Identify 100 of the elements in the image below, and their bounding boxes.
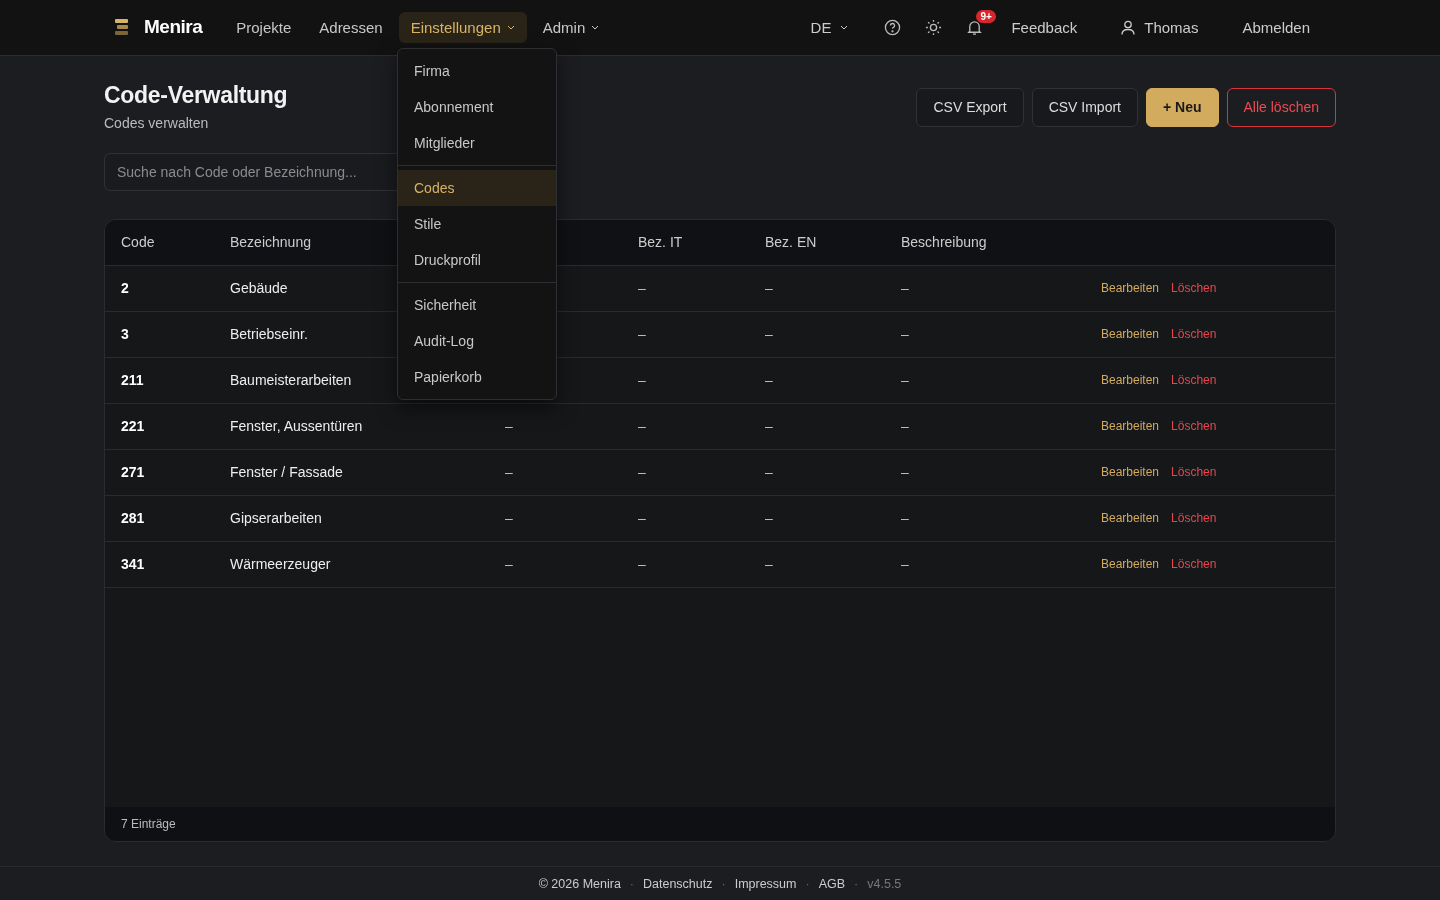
table-cell: – [901,464,909,481]
menu-item[interactable]: Druckprofil [398,242,556,278]
toolbar-button[interactable]: CSV Import [1031,87,1138,127]
table-cell: Gipserarbeiten [230,510,322,527]
footer-link[interactable]: AGB [818,876,846,891]
menu-item[interactable]: Papierkorb [398,359,556,395]
column-header: Beschreibung [901,234,987,251]
table-cell: – [765,464,773,481]
table-cell: – [505,418,513,435]
table-cell: – [901,372,909,389]
table-cell: Baumeisterarbeiten [230,372,352,389]
new-button[interactable]: + Neu [1146,87,1219,127]
version-text: v4.5.5 [867,876,902,891]
table-cell: Wärmeerzeuger [230,556,331,573]
table-cell: – [901,510,909,527]
nav-item[interactable]: Admin [530,11,612,43]
separator-dot: · [629,876,634,891]
footer-link[interactable]: Impressum [734,876,797,891]
table-cell: 271 [121,464,145,481]
column-header: Code [121,234,155,251]
delete-link[interactable]: Löschen [1171,327,1217,342]
table-cell: – [505,556,513,573]
edit-link[interactable]: Bearbeiten [1101,327,1160,342]
column-header: Bez. EN [765,234,817,251]
table-cell: Gebäude [230,280,288,297]
delete-link[interactable]: Löschen [1171,557,1217,572]
brand-name: Menira [144,16,203,39]
edit-link[interactable]: Bearbeiten [1101,419,1160,434]
table-cell: – [765,372,773,389]
table-cell: 221 [121,418,145,435]
table-cell: Fenster, Aussentüren [230,418,363,435]
table-cell: 2 [121,280,129,297]
table-cell: – [765,556,773,573]
table-cell: – [638,326,646,343]
menu-item[interactable]: Codes [398,170,556,206]
table-cell: – [638,510,646,527]
column-header: Bezeichnung [230,234,311,251]
edit-link[interactable]: Bearbeiten [1101,511,1160,526]
table-cell: – [638,418,646,435]
table-cell: – [901,280,909,297]
edit-link[interactable]: Bearbeiten [1101,281,1160,296]
table-cell: Fenster / Fassade [230,464,343,481]
language-selector[interactable]: DE [804,17,855,37]
sun-icon[interactable] [925,18,943,36]
chevron-icon [840,24,849,30]
table-cell: 341 [121,556,145,573]
page-title: Code-Verwaltung [104,81,288,109]
table-cell: – [638,556,646,573]
edit-link[interactable]: Bearbeiten [1101,373,1160,388]
delete-all-button[interactable]: Alle löschen [1226,87,1336,127]
table-cell: 211 [121,372,144,389]
table-cell: – [901,556,909,573]
user-icon [1121,19,1136,35]
delete-link[interactable]: Löschen [1171,281,1217,296]
delete-link[interactable]: Löschen [1171,373,1217,388]
footer-link[interactable]: Datenschutz [643,876,713,891]
delete-link[interactable]: Löschen [1171,511,1217,526]
feedback-link[interactable]: Feedback [1005,17,1084,37]
entry-count: 7 Einträge [105,807,1335,842]
copyright-text: © 2026 Menira [538,876,621,891]
menu-item[interactable]: Audit-Log [398,323,556,359]
delete-link[interactable]: Löschen [1171,465,1217,480]
menu-item[interactable]: Abonnement [398,89,556,125]
table-cell: 3 [121,326,129,343]
table-cell: 281 [121,510,145,527]
separator-dot: · [805,876,810,891]
separator-dot: · [721,876,726,891]
nav-item[interactable]: Adressen [307,11,395,43]
help-icon[interactable] [884,18,902,36]
table-cell: – [638,372,646,389]
table-cell: – [765,418,773,435]
edit-link[interactable]: Bearbeiten [1101,557,1160,572]
chevron-icon [591,24,600,30]
logo-icon [113,18,131,37]
table-cell: – [901,326,909,343]
delete-link[interactable]: Löschen [1171,419,1217,434]
user-menu[interactable]: Thomas [1115,17,1205,37]
menu-item[interactable]: Stile [398,206,556,242]
page-subtitle: Codes verwalten [104,114,209,131]
menu-item[interactable]: Sicherheit [398,287,556,323]
separator-dot: · [854,876,859,891]
table-cell: – [901,418,909,435]
column-header: Bez. IT [638,234,683,251]
table-cell: – [765,280,773,297]
bell-icon[interactable] [966,18,984,36]
edit-link[interactable]: Bearbeiten [1101,465,1160,480]
toolbar-button[interactable]: CSV Export [916,87,1024,127]
nav-item[interactable]: Einstellungen [398,11,527,43]
nav-item[interactable]: Projekte [224,11,304,43]
table-cell: Betriebseinr. [230,326,308,343]
chevron-icon [506,24,515,30]
table-cell: – [638,464,646,481]
table-cell: – [505,464,513,481]
table-cell: – [765,326,773,343]
menu-item[interactable]: Firma [398,53,556,89]
notification-badge: 9+ [976,9,996,23]
table-cell: – [638,280,646,297]
table-cell: – [765,510,773,527]
table-cell: – [505,510,513,527]
logout-link[interactable]: Abmelden [1236,17,1316,37]
